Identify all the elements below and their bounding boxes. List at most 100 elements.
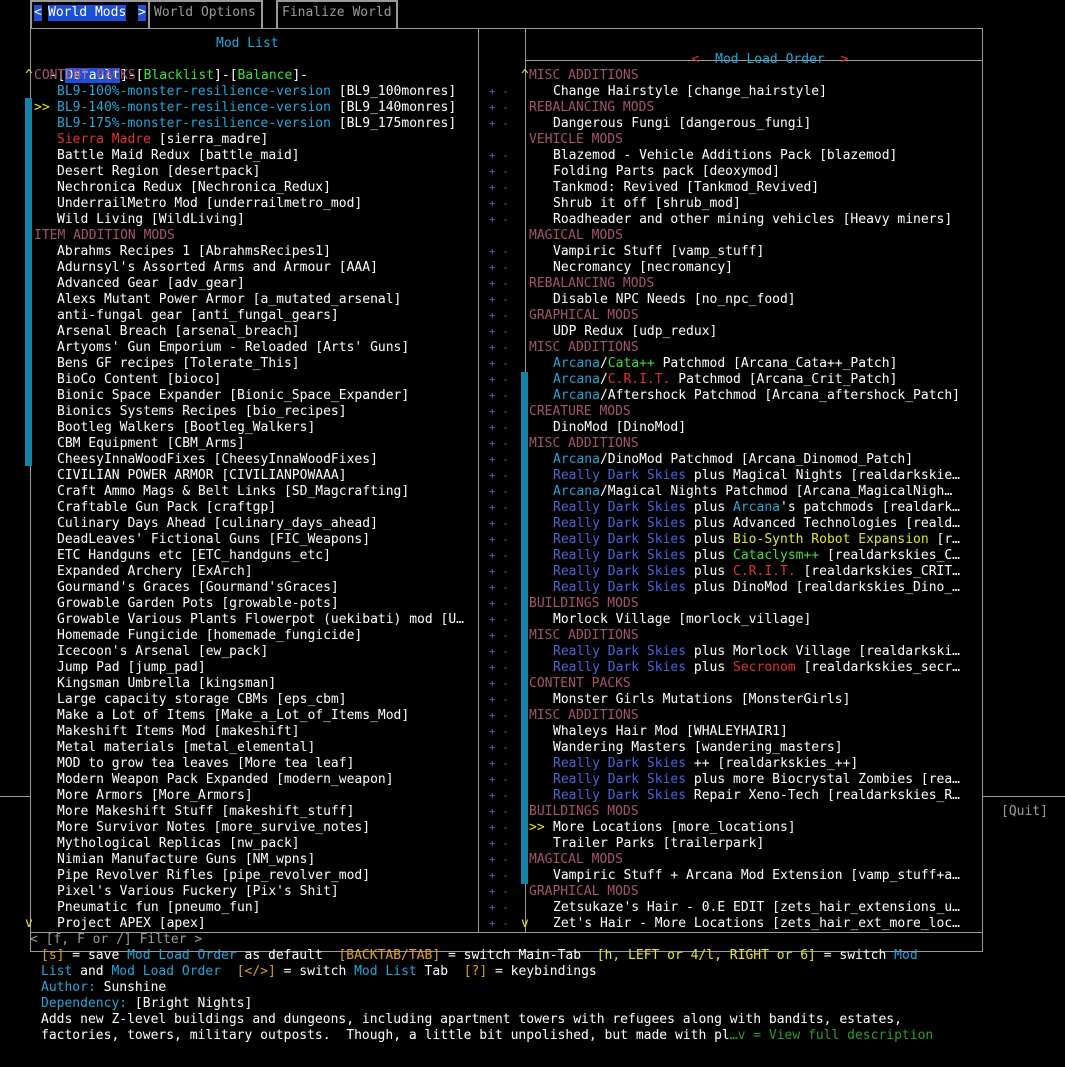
mod-item[interactable]: Homemade Fungicide [homemade_fungicide] (57, 628, 362, 644)
mod-item[interactable]: Growable Garden Pots [growable-pots] (57, 596, 339, 612)
mod-item[interactable]: Zetsukaze's Hair - 0.E EDIT [zets_hair_e… (553, 900, 960, 916)
add-remove-control[interactable]: + - (489, 436, 509, 452)
mod-item[interactable]: Vampiric Stuff + Arcana Mod Extension [v… (553, 868, 960, 884)
mod-item[interactable]: Bootleg Walkers [Bootleg_Walkers] (57, 420, 315, 436)
tab-finalize-world[interactable]: Finalize World (276, 0, 398, 28)
mod-item[interactable]: Vampiric Stuff [vamp_stuff] (553, 244, 764, 260)
mod-item[interactable]: More Makeshift Stuff [makeshift_stuff] (57, 804, 354, 820)
load-order-next-icon[interactable]: > (840, 52, 848, 67)
mod-item[interactable]: Pipe Revolver Rifles [pipe_revolver_mod] (57, 868, 370, 884)
tab-world-options-label[interactable]: World Options (154, 5, 256, 21)
add-remove-control[interactable]: + - (489, 900, 509, 916)
mod-item[interactable]: Really Dark Skies plus Magical Nights [r… (553, 468, 960, 484)
add-remove-control[interactable]: + - (489, 660, 509, 676)
mod-item[interactable]: Bionics Systems Recipes [bio_recipes] (57, 404, 347, 420)
mod-item[interactable]: Wandering Masters [wandering_masters] (553, 740, 843, 756)
mod-item[interactable]: BL9-175%-monster-resilience-version [BL9… (57, 116, 456, 132)
add-remove-control[interactable]: + - (489, 164, 509, 180)
add-remove-control[interactable]: + - (489, 212, 509, 228)
mod-item[interactable]: MOD to grow tea leaves [More tea leaf] (57, 756, 354, 772)
mod-item[interactable]: Really Dark Skies Repair Xeno-Tech [real… (553, 788, 960, 804)
mod-item[interactable]: BL9-100%-monster-resilience-version [BL9… (57, 84, 456, 100)
mod-item[interactable]: UDP Redux [udp_redux] (553, 324, 717, 340)
add-remove-control[interactable]: + - (489, 308, 509, 324)
filter-prompt[interactable]: < [f, F or /] Filter > (30, 932, 202, 948)
mod-item[interactable]: Battle Maid Redux [battle_maid] (57, 148, 300, 164)
mod-item[interactable]: Nimian Manufacture Guns [NM_wpns] (57, 852, 315, 868)
tab-arrow-left[interactable]: < (34, 5, 42, 21)
add-remove-control[interactable]: + - (489, 356, 509, 372)
mod-item[interactable]: Nechronica Redux [Nechronica_Redux] (57, 180, 331, 196)
filter-tab-blacklist[interactable]: Blacklist (144, 68, 214, 83)
mod-item[interactable]: Gourmand's Graces [Gourmand'sGraces] (57, 580, 339, 596)
add-remove-control[interactable]: + - (489, 468, 509, 484)
mod-item[interactable]: Abrahms Recipes 1 [AbrahmsRecipes1] (57, 244, 331, 260)
mod-item[interactable]: Change Hairstyle [change_hairstyle] (553, 84, 827, 100)
mod-item[interactable]: Pneumatic fun [pneumo_fun] (57, 900, 261, 916)
mod-item[interactable]: Really Dark Skies plus Morlock Village [… (553, 644, 960, 660)
mod-item[interactable]: Morlock Village [morlock_village] (553, 612, 811, 628)
mod-item[interactable]: Alexs Mutant Power Armor [a_mutated_arse… (57, 292, 401, 308)
mod-item[interactable]: Arcana/Cata++ Patchmod [Arcana_Cata++_Pa… (553, 356, 897, 372)
mod-item[interactable]: Really Dark Skies plus Advanced Technolo… (553, 516, 960, 532)
add-remove-control[interactable]: + - (489, 484, 509, 500)
mod-item[interactable]: Desert Region [desertpack] (57, 164, 261, 180)
mod-item[interactable]: Sierra Madre [sierra_madre] (57, 132, 268, 148)
mod-item[interactable]: Shrub it off [shrub_mod] (553, 196, 741, 212)
mod-item[interactable]: Really Dark Skies plus Bio-Synth Robot E… (553, 532, 960, 548)
add-remove-control[interactable]: + - (489, 820, 509, 836)
add-remove-control[interactable]: + - (489, 276, 509, 292)
mod-item[interactable]: Arsenal Breach [arsenal_breach] (57, 324, 300, 340)
add-remove-control[interactable]: + - (489, 644, 509, 660)
tab-world-mods[interactable]: < World Mods > (30, 0, 150, 28)
mod-item[interactable]: Really Dark Skies plus Cataclysm++ [real… (553, 548, 960, 564)
quit-button[interactable]: [Quit] (1001, 804, 1048, 820)
mod-item[interactable]: Arcana/C.R.I.T. Patchmod [Arcana_Crit_Pa… (553, 372, 897, 388)
add-remove-control[interactable]: + - (489, 596, 509, 612)
mod-item[interactable]: Really Dark Skies plus Arcana's patchmod… (553, 500, 960, 516)
mod-item[interactable]: Culinary Days Ahead [culinary_days_ahead… (57, 516, 378, 532)
add-remove-control[interactable]: + - (489, 244, 509, 260)
view-full-description-link[interactable]: …v = View full description (730, 1028, 934, 1043)
add-remove-control[interactable]: + - (489, 84, 509, 100)
filter-tab-balance[interactable]: Balance (238, 68, 293, 83)
mod-item[interactable]: Folding Parts pack [deoxymod] (553, 164, 780, 180)
mod-item[interactable]: CIVILIAN POWER ARMOR [CIVILIANPOWAAA] (57, 468, 347, 484)
mod-item[interactable]: More Armors [More_Armors] (57, 788, 253, 804)
mod-item[interactable]: DinoMod [DinoMod] (553, 420, 686, 436)
add-remove-control[interactable]: + - (489, 196, 509, 212)
mod-item[interactable]: Really Dark Skies plus Secronom [realdar… (553, 660, 960, 676)
mod-item[interactable]: More Locations [more_locations] (553, 820, 796, 836)
add-remove-control[interactable]: + - (489, 580, 509, 596)
add-remove-control[interactable]: + - (489, 100, 509, 116)
add-remove-control[interactable]: + - (489, 372, 509, 388)
add-remove-control[interactable]: + - (489, 420, 509, 436)
add-remove-control[interactable]: + - (489, 740, 509, 756)
add-remove-control[interactable]: + - (489, 180, 509, 196)
add-remove-control[interactable]: + - (489, 548, 509, 564)
tab-world-mods-label[interactable]: World Mods (48, 5, 127, 21)
mod-item[interactable]: CBM Equipment [CBM_Arms] (57, 436, 245, 452)
mod-item[interactable]: Metal materials [metal_elemental] (57, 740, 315, 756)
mod-item[interactable]: Project APEX [apex] (57, 916, 206, 932)
mod-item[interactable]: Growable Various Plants Flowerpot (uekib… (57, 612, 464, 628)
tab-world-options[interactable]: World Options (148, 0, 263, 28)
right-scroll-up-icon[interactable]: ^ (521, 68, 529, 84)
add-remove-control[interactable]: + - (489, 260, 509, 276)
mod-item[interactable]: Really Dark Skies ++ [realdarkskies_++] (553, 756, 858, 772)
right-scroll-down-icon[interactable]: v (521, 916, 529, 932)
add-remove-control[interactable]: + - (489, 148, 509, 164)
mod-item[interactable]: Blazemod - Vehicle Additions Pack [blaze… (553, 148, 897, 164)
mod-item[interactable]: Arcana/DinoMod Patchmod [Arcana_Dinomod_… (553, 452, 913, 468)
left-scrollbar[interactable] (25, 98, 32, 466)
mod-item[interactable]: Craftable Gun Pack [craftgp] (57, 500, 276, 516)
add-remove-control[interactable]: + - (489, 532, 509, 548)
add-remove-control[interactable]: + - (489, 852, 509, 868)
mod-item[interactable]: DeadLeaves' Fictional Guns [FIC_Weapons] (57, 532, 370, 548)
mod-item[interactable]: anti-fungal gear [anti_fungal_gears] (57, 308, 339, 324)
mod-item[interactable]: Icecoon's Arsenal [ew_pack] (57, 644, 268, 660)
mod-item[interactable]: Wild Living [WildLiving] (57, 212, 245, 228)
mod-item[interactable]: Roadheader and other mining vehicles [He… (553, 212, 952, 228)
add-remove-control[interactable]: + - (489, 516, 509, 532)
mod-item[interactable]: Modern Weapon Pack Expanded [modern_weap… (57, 772, 394, 788)
